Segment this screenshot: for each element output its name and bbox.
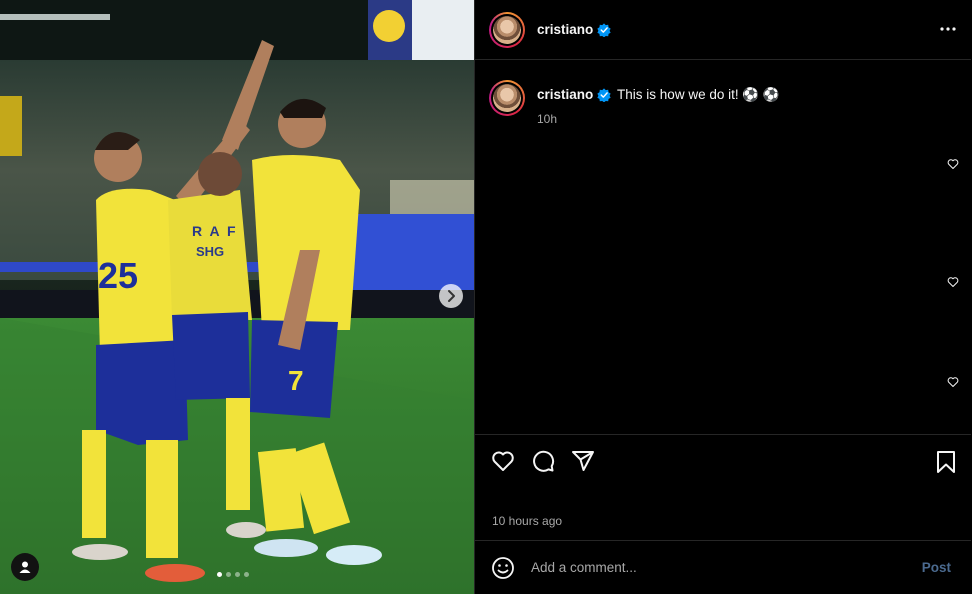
- caption: cristiano This is how we do it! ⚽ ⚽ 10h: [489, 80, 780, 128]
- heart-icon: [947, 377, 959, 387]
- heart-icon: [947, 159, 959, 169]
- tagged-users-button[interactable]: [11, 553, 39, 581]
- comment-like-button[interactable]: [947, 375, 959, 393]
- carousel-dot-3: [235, 572, 240, 577]
- heart-icon: [947, 277, 959, 287]
- verified-badge-icon: [597, 22, 611, 37]
- bookmark-icon: [937, 451, 955, 473]
- emoji-icon: [492, 556, 514, 579]
- post-header: cristiano: [475, 0, 971, 60]
- svg-text:R A F: R A F: [192, 223, 238, 239]
- carousel-dot-1: [217, 572, 222, 577]
- chevron-right-icon: [448, 290, 455, 302]
- send-icon: [572, 451, 594, 471]
- caption-username[interactable]: cristiano: [537, 87, 593, 102]
- comment-like-button[interactable]: [947, 157, 959, 175]
- svg-text:SHG: SHG: [196, 244, 224, 259]
- share-button[interactable]: [571, 449, 595, 478]
- post-actions: 10 hours ago: [475, 434, 971, 540]
- instagram-post-view: fference 25: [0, 0, 972, 594]
- comment-button[interactable]: [531, 449, 555, 478]
- avatar[interactable]: [489, 11, 525, 48]
- jersey-number-7: 7: [288, 365, 304, 396]
- heart-icon: [492, 451, 514, 471]
- add-comment-bar: Post: [475, 540, 971, 594]
- carousel-next-button[interactable]: [439, 284, 463, 308]
- post-details-panel: cristiano cristiano This is how we do it…: [474, 0, 971, 594]
- avatar-image: [493, 15, 521, 44]
- caption-avatar-image: [493, 84, 521, 112]
- caption-age[interactable]: 10h: [537, 110, 780, 128]
- emoji-button[interactable]: [491, 556, 515, 580]
- more-horizontal-icon: [940, 27, 956, 31]
- verified-badge-icon: [597, 88, 611, 103]
- post-media[interactable]: fference 25: [0, 0, 474, 594]
- comment-input[interactable]: [529, 559, 916, 576]
- carousel-dot-2: [226, 572, 231, 577]
- caption-text: This is how we do it! ⚽ ⚽: [617, 87, 780, 102]
- like-button[interactable]: [491, 449, 515, 478]
- more-options-button[interactable]: [939, 20, 957, 43]
- post-photo: fference 25: [0, 0, 474, 594]
- caption-avatar[interactable]: [489, 80, 525, 116]
- caption-content: cristiano This is how we do it! ⚽ ⚽ 10h: [537, 86, 780, 128]
- jersey-number-25: 25: [98, 255, 138, 296]
- avatar-ring-inner: [491, 13, 523, 46]
- save-button[interactable]: [935, 450, 957, 479]
- author-username[interactable]: cristiano: [537, 22, 593, 37]
- caption-avatar-ring: [491, 82, 523, 114]
- post-comment-button[interactable]: Post: [916, 559, 957, 576]
- carousel-dot-4: [244, 572, 249, 577]
- comment-icon: [533, 450, 555, 472]
- carousel-indicator: [217, 572, 249, 577]
- comment-like-button[interactable]: [947, 275, 959, 293]
- user-tag-icon: [19, 561, 31, 573]
- comments-section[interactable]: cristiano This is how we do it! ⚽ ⚽ 10h: [475, 61, 971, 433]
- action-icons: [491, 449, 595, 478]
- post-timestamp[interactable]: 10 hours ago: [492, 514, 562, 528]
